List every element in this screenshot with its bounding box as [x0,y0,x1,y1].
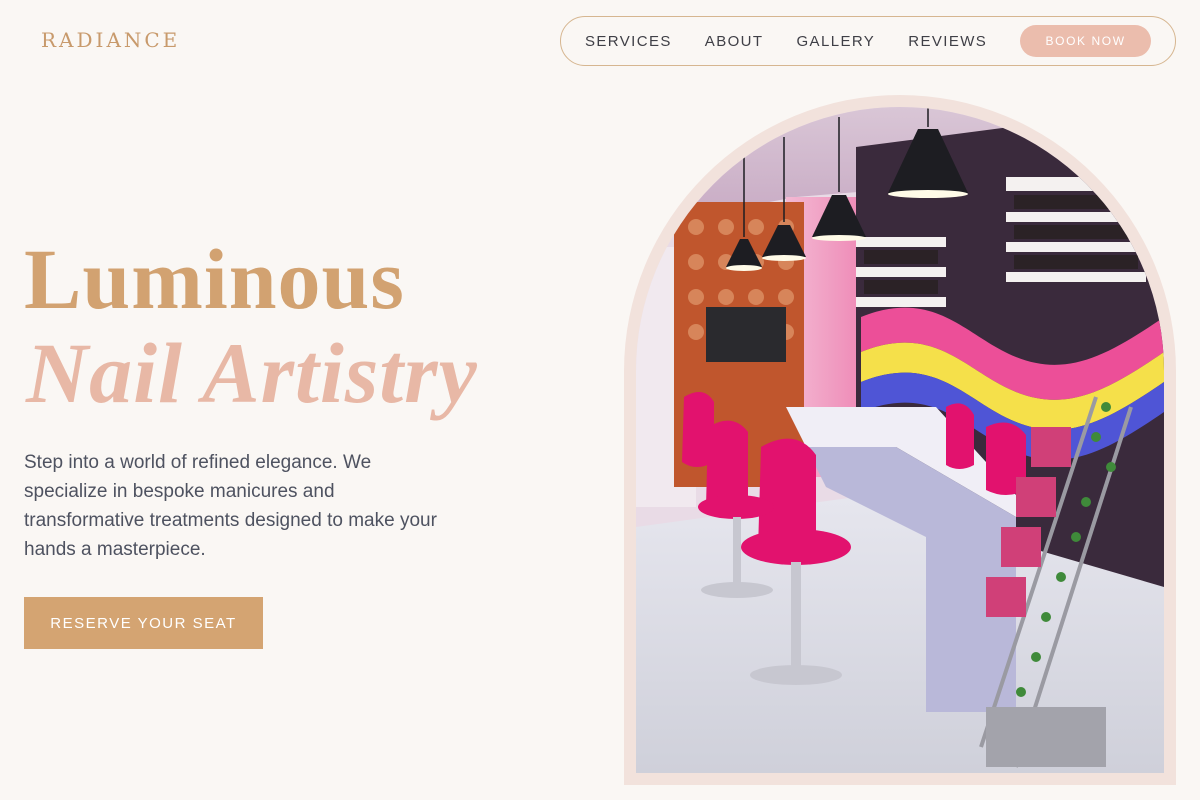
hero-title-line2: Nail Artistry [26,325,478,421]
nav-link-about[interactable]: ABOUT [705,33,764,50]
hero-title-line1: Luminous [24,231,405,327]
brand-logo[interactable]: RADIANCE [41,28,180,52]
hero-description: Step into a world of refined elegance. W… [24,452,437,560]
nav-link-gallery[interactable]: GALLERY [796,33,875,50]
salon-interior-image [636,107,1164,773]
reserve-seat-button[interactable]: RESERVE YOUR SEAT [24,597,263,649]
book-now-button[interactable]: BOOK NOW [1020,25,1151,57]
nav-link-reviews[interactable]: REVIEWS [908,33,987,50]
nav-link-services[interactable]: SERVICES [585,33,672,50]
main-nav: SERVICES ABOUT GALLERY REVIEWS BOOK NOW [560,16,1176,66]
salon-illustration [636,107,1164,773]
